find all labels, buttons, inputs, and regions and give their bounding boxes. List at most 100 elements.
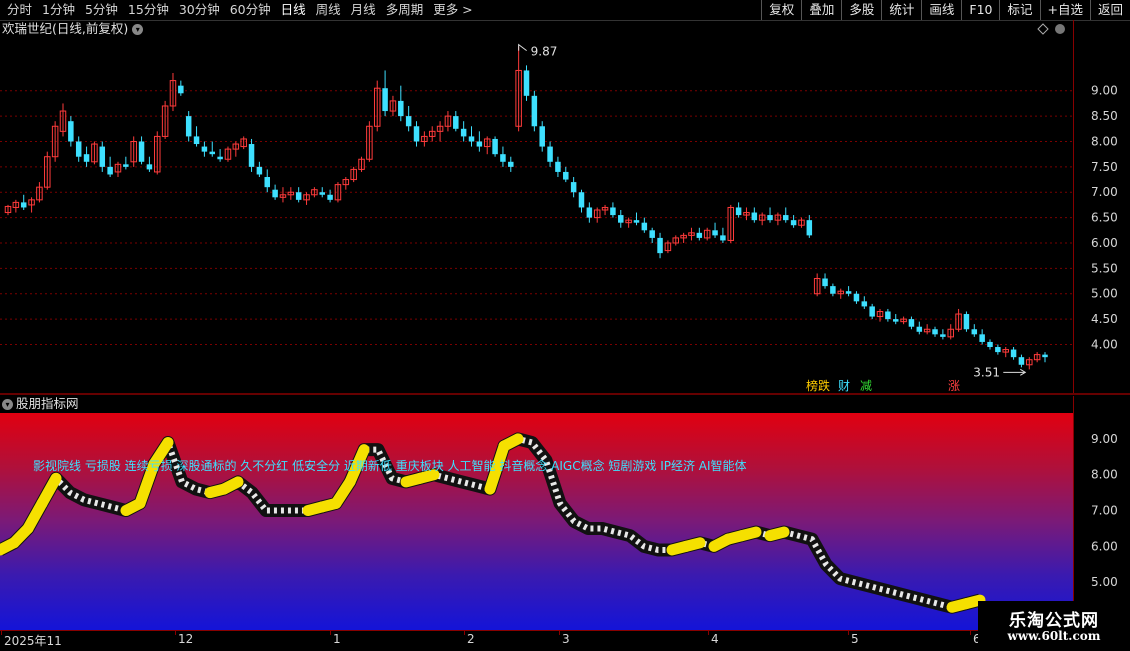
candle (923, 324, 931, 335)
candle (971, 324, 978, 337)
tool-button-8[interactable]: 返回 (1089, 0, 1130, 20)
candle (1042, 352, 1048, 363)
date-label: 3 (562, 632, 570, 646)
candle (217, 149, 223, 162)
main-kline-panel[interactable]: 9.87 3.51 榜跌财减 涨 (0, 20, 1073, 393)
tool-button-6[interactable]: 标记 (999, 0, 1039, 20)
tool-button-2[interactable]: 多股 (841, 0, 881, 20)
diamond-icon[interactable] (1037, 23, 1049, 35)
candle (483, 136, 491, 155)
candle (1033, 352, 1041, 363)
candle (178, 80, 184, 96)
period-7[interactable]: 周线 (311, 0, 346, 20)
candle (735, 202, 742, 218)
date-tick (175, 631, 176, 635)
svg-text:榜跌: 榜跌 (806, 378, 830, 393)
date-label: 2025年11 (4, 634, 62, 648)
tool-buttons: 复权 叠加 多股 统计 画线 F10 标记 +自选 返回 (761, 0, 1130, 20)
candle (91, 141, 98, 165)
candle (696, 227, 703, 241)
watermark: 乐淘公式网 www.60lt.com (978, 601, 1130, 650)
panel-divider[interactable] (0, 393, 1130, 395)
candle (154, 131, 161, 175)
tool-button-7[interactable]: +自选 (1039, 0, 1090, 20)
tool-button-4[interactable]: 画线 (921, 0, 961, 20)
indicator-rising-segment (680, 537, 706, 552)
price-tick-label: 4.50 (1091, 312, 1118, 326)
candle (468, 126, 475, 147)
candle (593, 207, 601, 223)
candle (232, 141, 240, 157)
period-2[interactable]: 5分钟 (80, 0, 123, 20)
candle (20, 194, 27, 210)
indicator-panel[interactable]: 影视院线 亏损股 连续亏损 深股通标的 久不分红 低安全分 近期新低 重庆板块 … (0, 413, 1073, 630)
period-3[interactable]: 15分钟 (123, 0, 174, 20)
candle (790, 215, 797, 228)
candle (806, 215, 813, 238)
candle (688, 227, 695, 241)
candle (327, 189, 333, 203)
svg-text:财: 财 (838, 379, 850, 393)
candle (876, 308, 884, 322)
candle (295, 187, 302, 203)
candle (83, 146, 90, 167)
indicator-chart (0, 432, 986, 614)
candle (523, 65, 530, 101)
period-6[interactable]: 日线 (276, 0, 311, 20)
period-8[interactable]: 月线 (346, 0, 381, 20)
collapse-icon[interactable] (1055, 24, 1065, 34)
kline-chart[interactable]: 9.87 3.51 榜跌财减 涨 (0, 20, 1073, 393)
candle (845, 286, 852, 297)
candle (224, 146, 232, 162)
candle (256, 161, 263, 178)
candle (885, 308, 891, 322)
chevron-down-icon[interactable]: ▾ (132, 24, 144, 35)
period-1[interactable]: 1分钟 (37, 0, 80, 20)
candle (664, 240, 672, 254)
candle (279, 187, 287, 203)
chevron-down-icon[interactable]: ▾ (2, 399, 13, 410)
candle (500, 146, 506, 167)
candle (382, 70, 388, 117)
tool-button-1[interactable]: 叠加 (801, 0, 841, 20)
period-0[interactable]: 分时 (2, 0, 37, 20)
period-9[interactable]: 多周期 (381, 0, 429, 20)
tool-button-0[interactable]: 复权 (761, 0, 801, 20)
concept-tags: 影视院线 亏损股 连续亏损 深股通标的 久不分红 低安全分 近期新低 重庆板块 … (33, 459, 747, 473)
candle (987, 339, 993, 350)
candle (837, 288, 844, 299)
candle (940, 329, 946, 340)
event-tag[interactable]: 财 (838, 379, 850, 393)
candle (680, 232, 687, 243)
candle (107, 156, 113, 178)
candle (892, 314, 899, 325)
event-tag[interactable]: 榜跌 (806, 378, 830, 393)
candle (515, 46, 522, 132)
price-tick-label: 7.50 (1091, 160, 1118, 174)
tool-button-3[interactable]: 统计 (881, 0, 921, 20)
event-tag[interactable]: 减 (860, 379, 872, 393)
indicator-rising-segment (218, 476, 244, 495)
candle (798, 217, 805, 228)
indicator-tick-label: 6.00 (1091, 539, 1118, 553)
stock-title-text: 欢瑞世纪(日线,前复权) (2, 21, 129, 36)
candle (476, 131, 483, 152)
candle (264, 169, 270, 193)
period-5[interactable]: 60分钟 (225, 0, 276, 20)
event-tag[interactable]: 涨 (948, 378, 960, 393)
candle (853, 291, 860, 304)
candle (727, 204, 735, 243)
price-tick-label: 6.00 (1091, 236, 1118, 250)
tool-button-5[interactable]: F10 (961, 0, 999, 20)
candle (932, 326, 938, 337)
period-10[interactable]: 更多 > (428, 0, 477, 20)
candle (460, 121, 467, 142)
candle (963, 311, 970, 332)
candle (358, 156, 365, 172)
candle (813, 273, 821, 297)
candle (193, 126, 200, 147)
candle (123, 156, 129, 170)
date-label: 2 (467, 632, 475, 646)
period-4[interactable]: 30分钟 (174, 0, 225, 20)
candle (774, 212, 782, 226)
